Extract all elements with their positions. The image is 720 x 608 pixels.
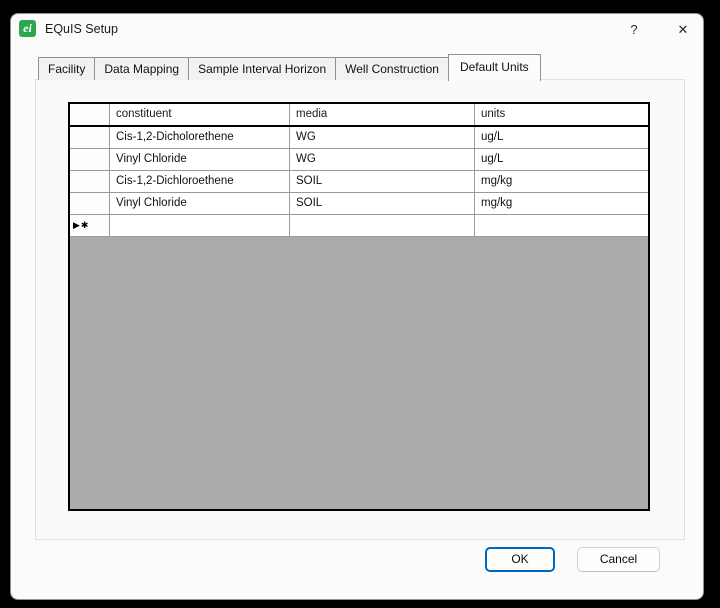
tab-sample-interval-horizon[interactable]: Sample Interval Horizon: [188, 57, 337, 80]
cell-media[interactable]: WG: [290, 127, 475, 148]
cell-media[interactable]: WG: [290, 149, 475, 170]
cell-media[interactable]: SOIL: [290, 171, 475, 192]
tab-well-construction[interactable]: Well Construction: [335, 57, 449, 80]
default-units-grid: constituent media units Cis-1,2-Dicholor…: [68, 102, 650, 511]
help-button[interactable]: ?: [619, 18, 649, 42]
tab-facility[interactable]: Facility: [38, 57, 96, 80]
table-row: Vinyl Chloride SOIL mg/kg: [70, 193, 648, 215]
cell-units[interactable]: ug/L: [475, 127, 648, 148]
new-row-indicator-icon: ▶✱: [73, 220, 90, 230]
cell-units[interactable]: [475, 215, 648, 236]
cell-constituent[interactable]: Cis-1,2-Dicholorethene: [110, 127, 290, 148]
window-title: EQuIS Setup: [45, 22, 118, 36]
cancel-button[interactable]: Cancel: [577, 547, 660, 572]
new-row: ▶✱: [70, 215, 648, 237]
cell-constituent[interactable]: Vinyl Chloride: [110, 149, 290, 170]
tab-data-mapping[interactable]: Data Mapping: [94, 57, 190, 80]
column-header-units[interactable]: units: [475, 104, 648, 125]
cell-constituent[interactable]: [110, 215, 290, 236]
column-header-media[interactable]: media: [290, 104, 475, 125]
row-header[interactable]: [70, 127, 110, 148]
new-row-header[interactable]: ▶✱: [70, 215, 110, 236]
table-row: Vinyl Chloride WG ug/L: [70, 149, 648, 171]
row-header[interactable]: [70, 149, 110, 170]
cell-constituent[interactable]: Cis-1,2-Dichloroethene: [110, 171, 290, 192]
grid-header-row: constituent media units: [70, 104, 648, 127]
grid-corner-header[interactable]: [70, 104, 110, 125]
cell-constituent[interactable]: Vinyl Chloride: [110, 193, 290, 214]
grid-empty-area: [70, 237, 648, 507]
tab-strip: Facility Data Mapping Sample Interval Ho…: [38, 53, 541, 81]
cell-media[interactable]: SOIL: [290, 193, 475, 214]
title-bar: ei EQuIS Setup ? ✕: [11, 14, 703, 46]
cell-units[interactable]: mg/kg: [475, 193, 648, 214]
column-header-constituent[interactable]: constituent: [110, 104, 290, 125]
table-row: Cis-1,2-Dicholorethene WG ug/L: [70, 127, 648, 149]
row-header[interactable]: [70, 171, 110, 192]
cell-units[interactable]: mg/kg: [475, 171, 648, 192]
row-header[interactable]: [70, 193, 110, 214]
tab-default-units[interactable]: Default Units: [447, 54, 541, 81]
cell-units[interactable]: ug/L: [475, 149, 648, 170]
table-row: Cis-1,2-Dichloroethene SOIL mg/kg: [70, 171, 648, 193]
equis-setup-dialog: ei EQuIS Setup ? ✕ Facility Data Mapping…: [10, 13, 704, 600]
close-icon[interactable]: ✕: [668, 18, 698, 42]
equis-logo-icon: ei: [19, 20, 36, 37]
screenshot-background: ei EQuIS Setup ? ✕ Facility Data Mapping…: [0, 0, 720, 608]
ok-button[interactable]: OK: [485, 547, 555, 572]
cell-media[interactable]: [290, 215, 475, 236]
